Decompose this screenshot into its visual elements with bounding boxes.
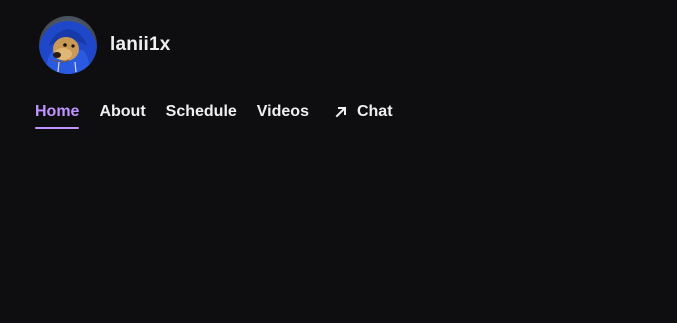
tab-about[interactable]: About <box>99 100 145 124</box>
tab-about-label: About <box>99 103 146 120</box>
channel-nav: Home About Schedule Videos Chat <box>35 100 413 130</box>
channel-name[interactable]: lanii1x <box>110 34 171 56</box>
tab-schedule[interactable]: Schedule <box>166 100 237 124</box>
tab-home[interactable]: Home <box>35 100 80 129</box>
avatar-image <box>39 16 97 74</box>
tab-videos[interactable]: Videos <box>257 100 309 124</box>
tab-videos-label: Videos <box>256 103 309 120</box>
channel-header: lanii1x <box>39 16 171 74</box>
tab-schedule-label: Schedule <box>165 103 237 120</box>
avatar[interactable] <box>39 16 97 74</box>
tab-home-label: Home <box>35 103 80 120</box>
tab-chat[interactable]: Chat <box>329 100 393 124</box>
tab-chat-label: Chat <box>356 103 393 120</box>
channel-page: lanii1x Home About Schedule Videos Chat <box>0 0 677 323</box>
external-arrow-icon <box>333 104 349 120</box>
